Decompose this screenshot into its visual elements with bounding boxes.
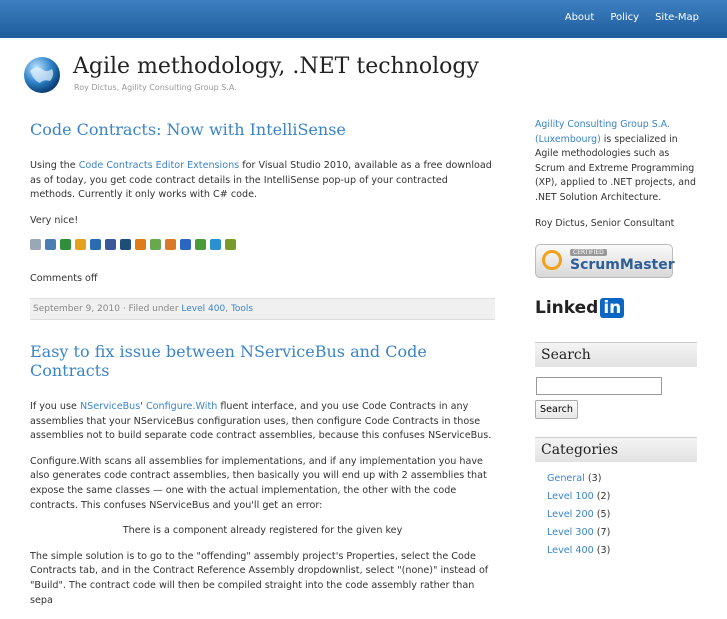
error-message: There is a component already registered … — [122, 525, 403, 537]
category-level-400-link[interactable]: Level 400 — [547, 545, 594, 556]
list-item: Level 100 (2) — [547, 488, 700, 506]
post-meta: September 9, 2010 · Filed under Level 40… — [30, 297, 495, 320]
share-icon[interactable] — [120, 239, 131, 251]
list-item: Level 200 (5) — [547, 506, 700, 524]
badge-certified: CERTIFIED — [570, 248, 607, 256]
post-2-paragraph-2: Configure.With scans all assemblies for … — [30, 455, 487, 511]
category-level-200-link[interactable]: Level 200 — [547, 509, 594, 520]
share-icon[interactable] — [45, 239, 56, 251]
linkedin-logo[interactable]: Linked in — [535, 297, 700, 318]
sidebar: Agility Consulting Group S.A. (Luxembour… — [535, 118, 700, 560]
linkedin-in: in — [600, 297, 625, 318]
post-2-paragraph-1: If you use NServiceBus' Configure.With f… — [30, 400, 495, 444]
top-nav: About Policy Site-Map — [565, 12, 699, 23]
share-icon[interactable] — [210, 239, 221, 251]
share-icon[interactable] — [60, 239, 71, 251]
category-count: (2) — [593, 490, 611, 502]
top-bar: About Policy Site-Map — [0, 0, 727, 38]
share-icon[interactable] — [165, 239, 176, 251]
share-icons — [30, 239, 495, 251]
category-count: (7) — [593, 526, 611, 538]
about-text: Agility Consulting Group S.A. (Luxembour… — [535, 118, 700, 205]
post-1-paragraph-1: Using the Code Contracts Editor Extensio… — [30, 159, 495, 203]
globe-logo-icon — [24, 57, 60, 93]
share-icon[interactable] — [180, 239, 191, 251]
search-button[interactable]: Search — [535, 399, 578, 419]
site-subtitle: Roy Dictus, Agility Consulting Group S.A… — [74, 83, 237, 92]
category-link-tools[interactable]: Tools — [231, 304, 253, 314]
category-general-link[interactable]: General — [547, 473, 585, 484]
categories-list: General (3) Level 100 (2) Level 200 (5) … — [547, 470, 700, 560]
post-title-1[interactable]: Code Contracts: Now with IntelliSense — [30, 120, 495, 139]
linkedin-word: Linked — [535, 297, 599, 318]
filed-under: · Filed under — [119, 303, 182, 314]
search-widget-title: Search — [535, 341, 697, 367]
nav-sitemap-link[interactable]: Site-Map — [655, 12, 699, 23]
site-title[interactable]: Agile methodology, .NET technology — [73, 54, 479, 79]
category-count: (3) — [584, 472, 602, 484]
badge-scrummaster: ScrumMaster — [570, 256, 675, 273]
list-item: General (3) — [547, 470, 700, 488]
category-count: (3) — [593, 544, 611, 556]
share-icon[interactable] — [30, 239, 41, 251]
list-item: Level 300 (7) — [547, 524, 700, 542]
author-line: Roy Dictus, Senior Consultant — [535, 218, 675, 229]
share-icon[interactable] — [135, 239, 146, 251]
text: If you use — [30, 400, 80, 412]
category-level-300-link[interactable]: Level 300 — [547, 527, 594, 538]
search-input[interactable] — [536, 376, 662, 395]
share-icon[interactable] — [150, 239, 161, 251]
badge-ring-icon — [542, 249, 562, 270]
nav-policy-link[interactable]: Policy — [610, 12, 639, 23]
scrummaster-badge[interactable]: CERTIFIED ScrumMaster — [535, 243, 675, 278]
post-date: September 9, 2010 — [33, 303, 120, 314]
category-link-level-400[interactable]: Level 400 — [181, 304, 225, 314]
code-contracts-extensions-link[interactable]: Code Contracts Editor Extensions — [79, 160, 239, 171]
configure-with-link[interactable]: Configure.With — [146, 401, 217, 412]
nservicebus-link[interactable]: NServiceBus — [80, 401, 140, 412]
nav-about-link[interactable]: About — [565, 12, 595, 23]
category-level-100-link[interactable]: Level 100 — [547, 491, 594, 502]
share-icon[interactable] — [90, 239, 101, 251]
post-2-paragraph-4: The simple solution is to go to the "off… — [30, 550, 489, 606]
post-1-paragraph-2: Very nice! — [30, 214, 79, 226]
comments-off: Comments off — [30, 273, 98, 285]
share-icon[interactable] — [105, 239, 116, 251]
categories-widget-title: Categories — [535, 436, 697, 462]
text: Using the — [30, 160, 79, 171]
category-count: (5) — [593, 508, 611, 520]
post-title-2[interactable]: Easy to fix issue between NServiceBus an… — [30, 342, 495, 380]
share-icon[interactable] — [75, 239, 86, 251]
main-content: Code Contracts: Now with IntelliSense Us… — [30, 120, 495, 619]
share-icon[interactable] — [225, 239, 236, 251]
list-item: Level 400 (3) — [547, 542, 700, 560]
share-icon[interactable] — [195, 239, 206, 251]
